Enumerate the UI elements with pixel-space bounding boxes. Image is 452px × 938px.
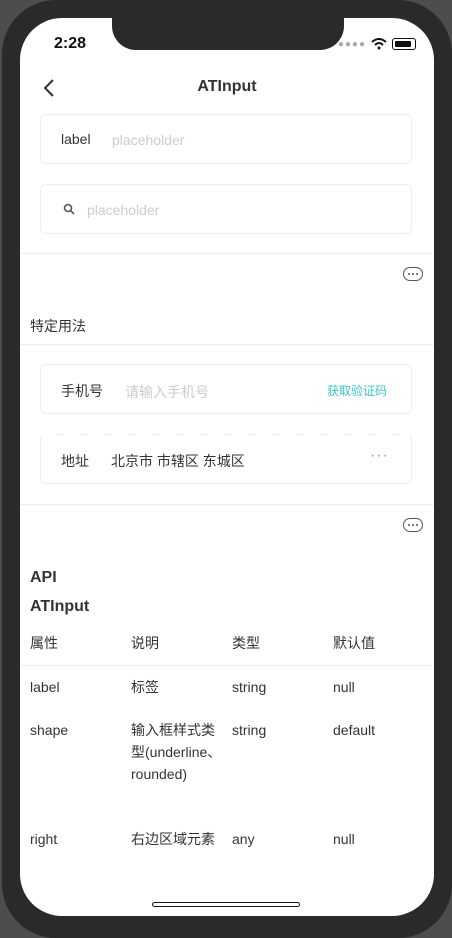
search-icon bbox=[63, 203, 75, 215]
header-cell: 类型 bbox=[232, 635, 260, 651]
component-title: ATInput bbox=[30, 598, 90, 615]
table-cell: 标签 bbox=[131, 679, 159, 695]
label-input[interactable]: label placeholder bbox=[40, 114, 412, 164]
more-code-icon[interactable] bbox=[403, 518, 423, 532]
dashed-border bbox=[40, 434, 412, 436]
get-code-link[interactable]: 获取验证码 bbox=[327, 382, 387, 399]
api-title: API bbox=[30, 569, 57, 586]
phone-input[interactable]: 手机号 请输入手机号 获取验证码 bbox=[40, 364, 412, 414]
signal-icon: ●●●● bbox=[337, 38, 366, 50]
search-placeholder: placeholder bbox=[87, 202, 160, 218]
input-placeholder: placeholder bbox=[112, 132, 185, 148]
notch bbox=[112, 18, 344, 50]
more-code-icon[interactable] bbox=[403, 267, 423, 281]
table-cell: shape bbox=[30, 722, 69, 738]
table-cell: null bbox=[333, 679, 355, 695]
input-label: label bbox=[61, 131, 91, 147]
header-cell: 默认值 bbox=[333, 635, 375, 651]
table-cell: null bbox=[333, 831, 355, 847]
section-title: 特定用法 bbox=[30, 318, 86, 334]
table-cell: default bbox=[333, 722, 376, 738]
divider bbox=[20, 504, 434, 505]
home-indicator[interactable] bbox=[152, 902, 300, 907]
address-picker[interactable]: 地址 北京市 市辖区 东城区 ··· bbox=[40, 434, 412, 484]
status-time: 2:28 bbox=[54, 35, 87, 52]
nav-bar: ATInput bbox=[20, 68, 434, 108]
table-divider bbox=[20, 665, 434, 666]
address-value: 北京市 市辖区 东城区 bbox=[111, 453, 245, 469]
table-header: 属性 说明 类型 默认值 bbox=[20, 628, 434, 662]
table-cell: 输入框样式类型(underline、rounded) bbox=[131, 722, 222, 782]
header-cell: 说明 bbox=[131, 635, 159, 651]
search-input[interactable]: placeholder bbox=[40, 184, 412, 234]
screen: 2:28 ●●●● ATInput label placeholder plac… bbox=[20, 18, 434, 916]
ellipsis-icon[interactable]: ··· bbox=[370, 447, 389, 465]
table-cell: label bbox=[30, 679, 60, 695]
table-cell: any bbox=[232, 831, 255, 847]
page-title: ATInput bbox=[197, 78, 257, 95]
divider bbox=[20, 344, 434, 345]
battery-icon bbox=[392, 38, 416, 50]
wifi-icon bbox=[371, 38, 387, 50]
table-cell: string bbox=[232, 679, 267, 695]
divider bbox=[20, 253, 434, 254]
phone-label: 手机号 bbox=[61, 383, 103, 399]
address-label: 地址 bbox=[61, 453, 89, 469]
header-cell: 属性 bbox=[30, 635, 58, 651]
device-frame: 2:28 ●●●● ATInput label placeholder plac… bbox=[2, 0, 452, 938]
table-cell: string bbox=[232, 722, 267, 738]
table-cell: right bbox=[30, 831, 58, 847]
status-icons: ●●●● bbox=[338, 38, 416, 50]
table-cell: 右边区域元素 bbox=[131, 831, 215, 847]
phone-placeholder: 请输入手机号 bbox=[125, 384, 209, 400]
